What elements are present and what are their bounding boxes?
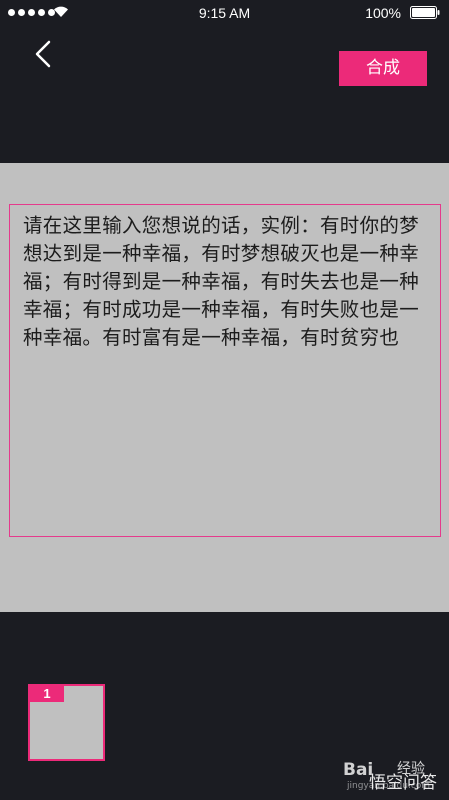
status-bar: 9:15 AM 100%	[0, 0, 449, 26]
text-input-box[interactable]: 请在这里输入您想说的话，实例：有时你的梦想达到是一种幸福，有时梦想破灭也是一种幸…	[9, 204, 441, 537]
chevron-left-icon	[35, 40, 51, 68]
canvas-area: 请在这里输入您想说的话，实例：有时你的梦想达到是一种幸福，有时梦想破灭也是一种幸…	[0, 163, 449, 612]
watermark: Bai 经验 jingyan.baidu.com 悟空问答	[343, 758, 449, 798]
compose-button[interactable]: 合成	[339, 51, 427, 86]
text-content: 请在这里输入您想说的话，实例：有时你的梦想达到是一种幸福，有时梦想破灭也是一种幸…	[23, 214, 420, 349]
battery-icon	[410, 6, 440, 19]
battery-percent: 100%	[365, 5, 401, 21]
watermark-text: 悟空问答	[369, 773, 437, 793]
page-number-badge: 1	[30, 686, 64, 702]
back-button[interactable]	[30, 36, 58, 72]
page-thumbnail[interactable]: 1	[28, 684, 105, 761]
